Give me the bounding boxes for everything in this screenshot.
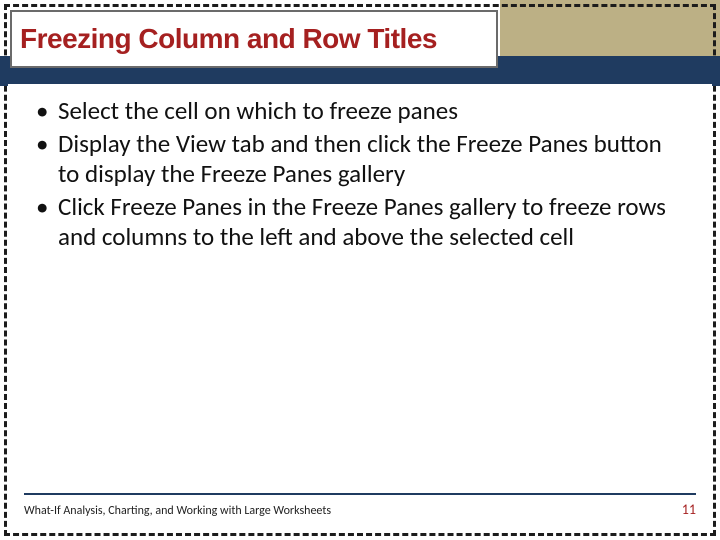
list-item: Select the cell on which to freeze panes (34, 96, 686, 127)
bullet-list: Select the cell on which to freeze panes… (8, 84, 712, 253)
list-item: Click Freeze Panes in the Freeze Panes g… (34, 192, 686, 253)
slide-title: Freezing Column and Row Titles (20, 23, 437, 55)
footer-text: What-If Analysis, Charting, and Working … (24, 504, 331, 518)
footer: What-If Analysis, Charting, and Working … (24, 493, 696, 518)
page-number: 11 (682, 501, 696, 518)
list-item: Display the View tab and then click the … (34, 129, 686, 190)
title-box: Freezing Column and Row Titles (10, 10, 498, 68)
content-card: Select the cell on which to freeze panes… (8, 84, 712, 532)
slide: Freezing Column and Row Titles Select th… (0, 0, 720, 540)
